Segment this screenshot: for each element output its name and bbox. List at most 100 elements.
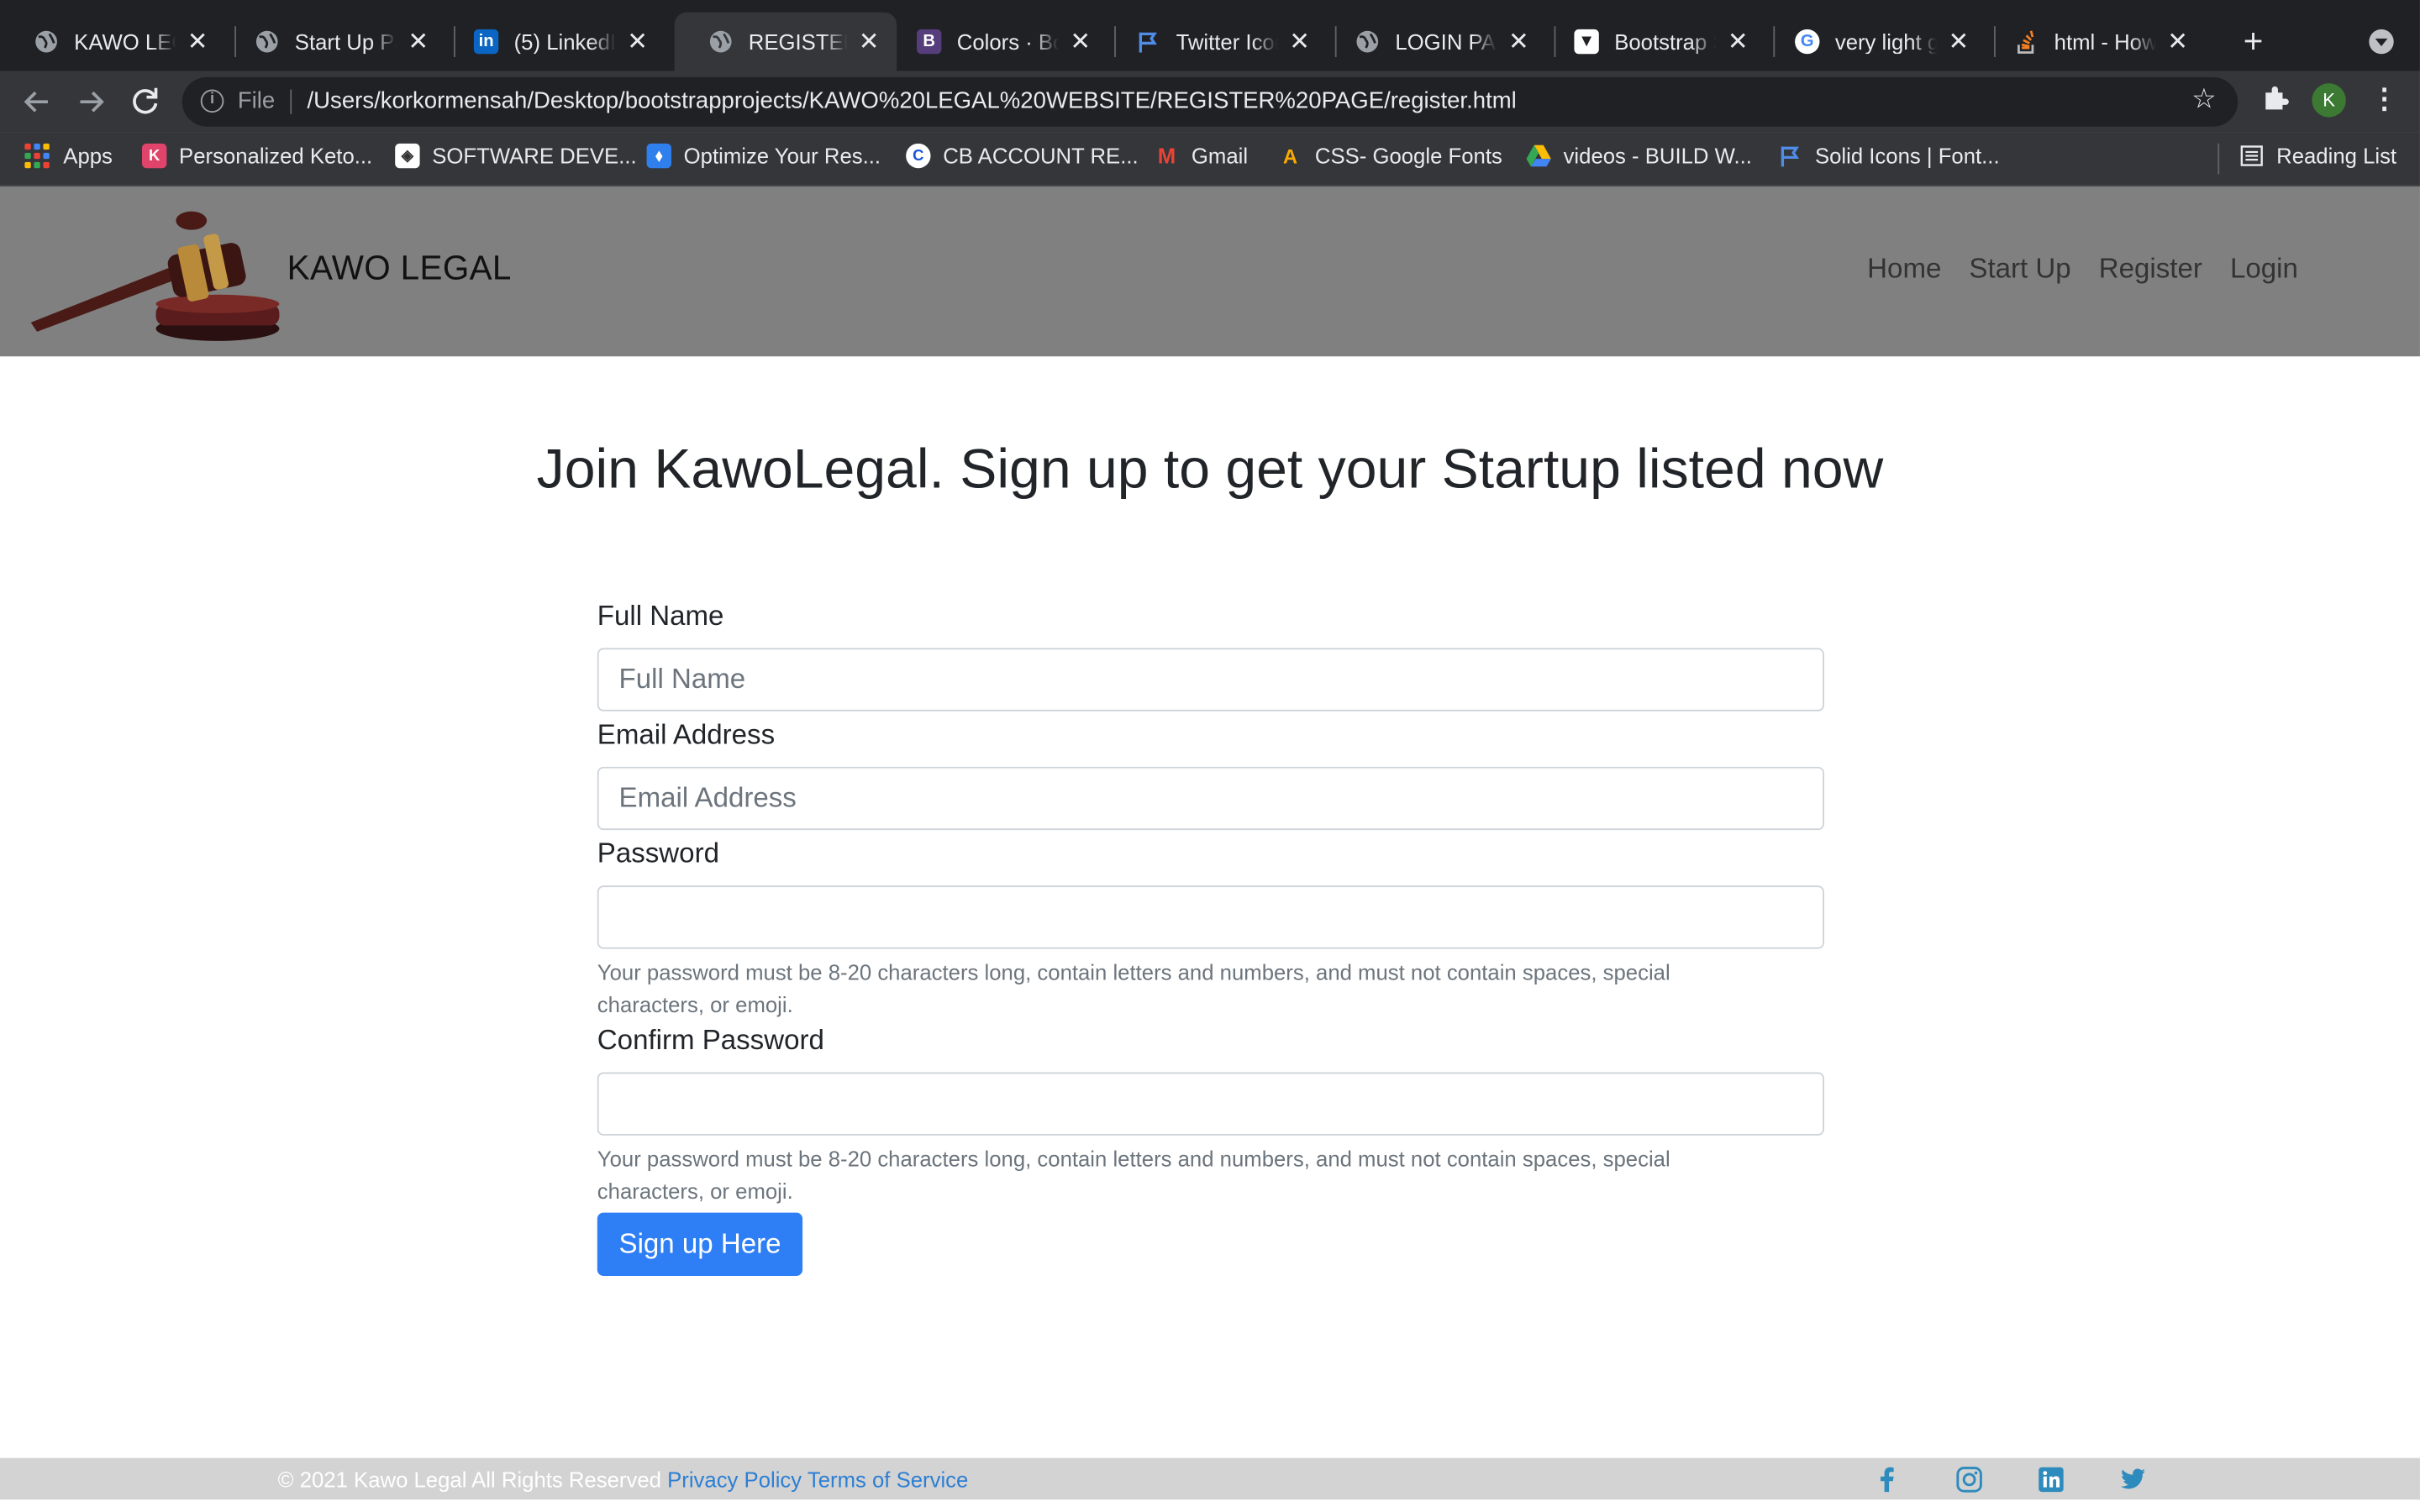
info-icon[interactable]: i [200,89,224,113]
email-input[interactable] [597,766,1824,831]
close-tab-icon[interactable]: ✕ [406,26,430,57]
linkedin-icon[interactable] [2037,1464,2118,1495]
flag-icon [1136,29,1160,54]
password-help-text: Your password must be 8-20 characters lo… [597,959,1670,1017]
globe-icon [708,29,733,54]
browser-tab[interactable]: G very light gray ✕ [1761,13,1986,71]
page-title: Join KawoLegal. Sign up to get your Star… [536,436,1884,501]
bootstrap-social-icon: ▼ [1574,29,1599,55]
linkedin-icon: in [473,29,499,55]
arrow-left-icon [24,91,48,113]
browser-toolbar: i File /Users/korkormensah/Desktop/boots… [0,71,2420,133]
site-nav-links: Home Start Up Register Login [1867,253,2298,286]
close-tab-icon[interactable]: ✕ [625,26,650,57]
tie-icon: ⬧ [646,143,671,169]
stackoverflow-icon [2014,29,2039,54]
nav-start-up[interactable]: Start Up [1969,253,2070,286]
browser-tab-active[interactable]: REGISTER PAGE ✕ [674,12,897,71]
sign-up-button[interactable]: Sign up Here [597,1212,803,1276]
google-fonts-icon: A [1282,144,1298,168]
register-form: Full Name Email Address Password Your pa… [597,599,1824,1276]
bookmark-item[interactable]: videos - BUILD W... [1526,144,1752,168]
gavel-logo[interactable] [24,202,287,344]
bookmark-apps[interactable]: Apps [24,143,113,169]
globe-icon [1355,29,1380,54]
close-tab-icon[interactable]: ✕ [1946,26,1970,57]
nav-register[interactable]: Register [2099,253,2202,286]
confirm-password-input[interactable] [597,1072,1824,1136]
forward-button[interactable] [72,83,109,120]
diamond-icon: ◈ [395,143,420,169]
browser-tab[interactable]: html - How ✕ [1980,13,2205,71]
globe-icon [255,29,279,54]
nav-login[interactable]: Login [2230,253,2298,286]
star-icon[interactable]: ☆ [2191,83,2217,116]
reload-icon [133,87,158,114]
close-tab-icon[interactable]: ✕ [1287,26,1312,57]
site-footer: © 2021 Kawo Legal All Rights Reserved Pr… [0,1457,2420,1500]
privacy-policy-link[interactable]: Privacy Policy [667,1467,802,1492]
twitter-icon[interactable] [2119,1464,2201,1495]
flag-icon [1778,144,1802,168]
browser-tab-strip: KAWO LEGAL ✕ Start Up Page ✕ in (5) Link… [0,0,2420,71]
bookmark-item[interactable]: A CSS- Google Fonts [1278,144,1502,168]
full-name-input[interactable] [597,648,1824,711]
instagram-icon[interactable] [1955,1464,2037,1495]
url-text[interactable]: /Users/korkormensah/Desktop/bootstrappro… [308,88,1517,114]
browser-tab[interactable]: LOGIN PAGE ✕ [1321,13,1546,71]
puzzle-icon[interactable] [2260,83,2291,122]
more-vert-icon[interactable]: ⋮ [2370,83,2398,114]
close-tab-icon[interactable]: ✕ [1725,26,1749,57]
site-navbar: KAWO LEGAL Home Start Up Register Login [0,186,2420,357]
google-icon: G [1795,29,1820,55]
facebook-icon[interactable] [1874,1464,1955,1495]
confirm-password-label: Confirm Password [597,1024,824,1056]
close-tab-icon[interactable]: ✕ [185,26,209,57]
drive-icon [1526,144,1551,168]
back-button[interactable] [18,83,55,120]
scheme-label: File [237,87,276,114]
bookmark-item[interactable]: ◈ SOFTWARE DEVE... [395,143,637,169]
close-tab-icon[interactable]: ✕ [1507,26,1531,57]
tab-search-icon[interactable] [2369,29,2394,55]
address-bar[interactable]: i File /Users/korkormensah/Desktop/boots… [182,76,2238,127]
close-tab-icon[interactable]: ✕ [1068,26,1092,57]
email-label: Email Address [597,718,776,750]
bookmark-item[interactable]: C CB ACCOUNT RE... [906,143,1139,169]
browser-tab[interactable]: Twitter Icon ✕ [1102,13,1327,71]
copyright-text: © 2021 Kawo Legal All Rights Reserved [277,1467,661,1493]
apps-grid-icon [24,143,50,169]
terms-of-service-link[interactable]: Terms of Service [808,1467,968,1492]
bookmark-item[interactable]: ⬧ Optimize Your Res... [646,143,881,169]
screen: KAWO LEGAL ✕ Start Up Page ✕ in (5) Link… [0,0,2420,1512]
globe-icon [34,29,58,54]
full-name-label: Full Name [597,600,724,632]
arrow-right-icon [80,91,104,113]
social-links [1874,1464,2201,1495]
close-tab-icon[interactable]: ✕ [856,26,881,57]
keto-icon: K [141,143,167,169]
password-input[interactable] [597,885,1824,949]
password-label: Password [597,837,719,869]
bootstrap-icon: B [916,29,942,55]
browser-tab[interactable]: KAWO LEGAL ✕ [0,13,225,71]
confirm-password-help-text: Your password must be 8-20 characters lo… [597,1146,1670,1204]
reading-list-icon [2239,144,2264,168]
browser-tab[interactable]: ▼ Bootstrap Social ✕ [1540,13,1765,71]
new-tab-button[interactable]: + [2235,22,2272,62]
reload-button[interactable] [127,83,164,120]
footer-copyright-line: © 2021 Kawo Legal All Rights Reserved Pr… [278,1467,969,1492]
close-tab-icon[interactable]: ✕ [2165,26,2190,57]
browser-tab[interactable]: B Colors · Bootstrap ✕ [883,13,1108,71]
cb-icon: C [906,143,931,169]
reading-list[interactable]: Reading List [2239,144,2396,168]
browser-tab[interactable]: in (5) LinkedIn ✕ [439,13,665,71]
bookmark-item[interactable]: K Personalized Keto... [141,143,372,169]
brand-name[interactable]: KAWO LEGAL [287,249,512,289]
nav-home[interactable]: Home [1867,253,1941,286]
browser-tab[interactable]: Start Up Page ✕ [221,13,446,71]
profile-avatar[interactable]: K [2312,83,2346,118]
bookmark-item[interactable]: M Gmail [1155,144,1248,168]
bookmark-item[interactable]: Solid Icons | Font... [1778,144,2000,168]
bookmarks-bar: Apps K Personalized Keto... ◈ SOFTWARE D… [0,132,2420,187]
